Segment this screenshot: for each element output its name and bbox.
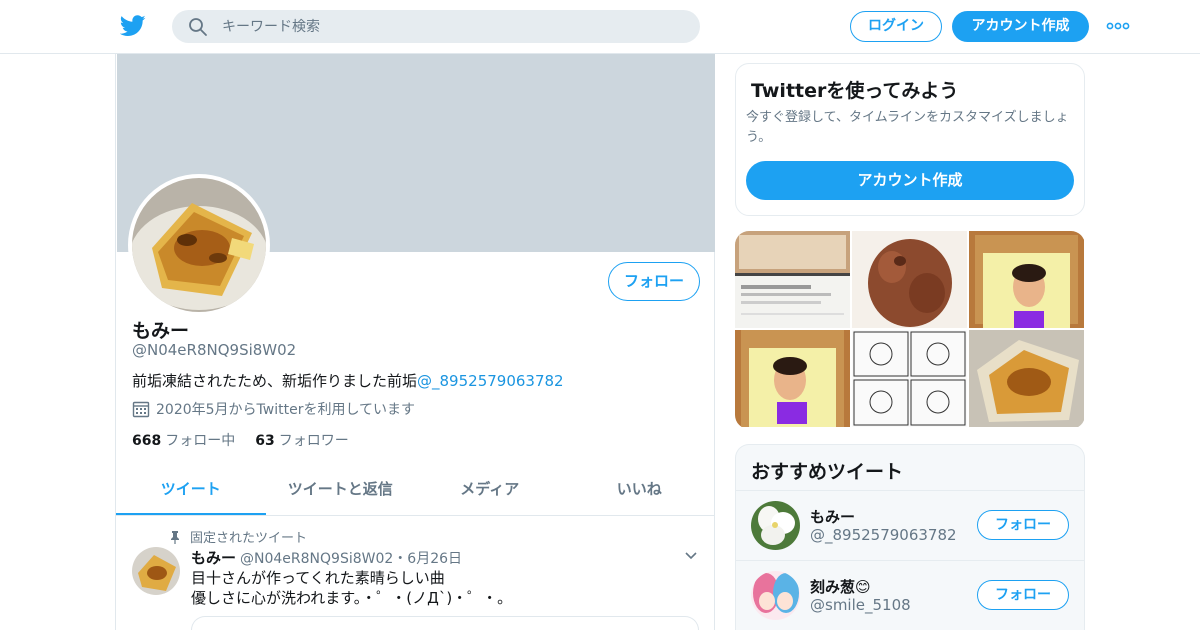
media-thumb[interactable] [969,231,1084,328]
search-icon [189,18,207,36]
tweet-text-line: 目十さんが作ってくれた素晴らしい曲 [191,569,445,587]
tweet-text-line: 優しさに心が洗われます。・゜・(ノД`)・゜・。 [191,589,513,607]
following-stat[interactable]: 668 フォロー中 [132,430,235,450]
signup-card-title: Twitterを使ってみよう [751,80,959,102]
tab-tweets-replies[interactable]: ツイートと返信 [266,464,416,515]
tweet-text: 目十さんが作ってくれた素晴らしい曲 優しさに心が洗われます。・゜・(ノД`)・゜… [191,568,512,608]
follow-button[interactable]: フォロー [977,510,1069,540]
recommended-user-handle: @_8952579063782 [810,526,957,544]
more-icon[interactable] [1106,20,1130,32]
tweet-author-name[interactable]: もみー [191,549,236,567]
login-button[interactable]: ログイン [850,11,942,42]
tweet-embed-card[interactable] [191,616,699,630]
media-thumb[interactable] [735,231,850,328]
twitter-bird-icon[interactable] [120,14,146,38]
media-grid [735,231,1085,429]
chevron-down-icon[interactable] [684,551,698,561]
pinned-label: 固定されたツイート [190,531,308,546]
recommended-title: おすすめツイート [751,461,904,483]
joined-text: 2020年5月からTwitterを利用しています [156,402,416,418]
media-thumb[interactable] [852,330,967,427]
profile-avatar[interactable] [128,174,270,316]
tweet-header: もみー @N04eR8NQ9Si8W02・6月26日 [191,547,462,568]
search-input[interactable] [222,10,682,43]
joined-date: 2020年5月からTwitterを利用しています [132,399,415,419]
signup-card-text: 今すぐ登録して、タイムラインをカスタマイズしましょう。 [746,110,1069,145]
pin-icon [171,530,179,544]
tab-media[interactable]: メディア [415,464,565,515]
top-navigation-bar: ログイン アカウント作成 [0,0,1200,54]
recommended-user-handle: @smile_5108 [810,596,911,614]
media-thumb[interactable] [969,330,1084,427]
search-box[interactable] [172,10,700,43]
tweet-separator: ・ [393,551,408,567]
followers-label: フォロワー [278,433,349,449]
pinned-indicator: 固定されたツイート [168,527,307,546]
followers-stat[interactable]: 63 フォロワー [255,430,348,450]
follow-button[interactable]: フォロー [977,580,1069,610]
recommended-tweets: おすすめツイート もみー @_8952579063782 フォロー 刻み葱😊 @… [735,444,1085,630]
media-thumb[interactable] [735,330,850,427]
tweet-author-handle[interactable]: @N04eR8NQ9Si8W02 [240,551,393,567]
followers-count: 63 [255,433,275,449]
profile-column: フォロー もみー @N04eR8NQ9Si8W02 前垢凍結されたため、新垢作り… [115,54,715,630]
recommended-user[interactable]: 刻み葱😊 @smile_5108 フォロー [736,560,1084,630]
media-thumb[interactable] [852,231,967,328]
following-count: 668 [132,433,162,449]
tweet-avatar[interactable] [132,547,180,595]
following-label: フォロー中 [165,433,236,449]
profile-name: もみー [132,320,190,342]
bio-mention-link[interactable]: @_8952579063782 [417,372,564,390]
bio-text: 前垢凍結されたため、新垢作りました前垢 [132,372,418,390]
recommended-user-name: もみー [810,508,856,526]
profile-handle: @N04eR8NQ9Si8W02 [132,341,297,359]
tab-likes[interactable]: いいね [565,464,715,515]
profile-stats: 668 フォロー中 63 フォロワー [132,430,349,450]
signup-card: Twitterを使ってみよう 今すぐ登録して、タイムラインをカスタマイズしましょ… [735,63,1085,216]
recommended-user[interactable]: もみー @_8952579063782 フォロー [736,490,1084,560]
follow-button[interactable]: フォロー [608,262,700,301]
tweet-date[interactable]: 6月26日 [407,551,462,567]
calendar-icon [132,401,150,418]
avatar[interactable] [751,501,800,550]
profile-tabs: ツイート ツイートと返信 メディア いいね [116,464,714,516]
signup-button[interactable]: アカウント作成 [952,11,1089,42]
profile-bio: 前垢凍結されたため、新垢作りました前垢@_8952579063782 [132,370,564,391]
avatar[interactable] [751,571,800,620]
tab-tweets[interactable]: ツイート [116,464,266,515]
recommended-user-name: 刻み葱😊 [810,578,871,596]
signup-card-button[interactable]: アカウント作成 [746,161,1074,200]
